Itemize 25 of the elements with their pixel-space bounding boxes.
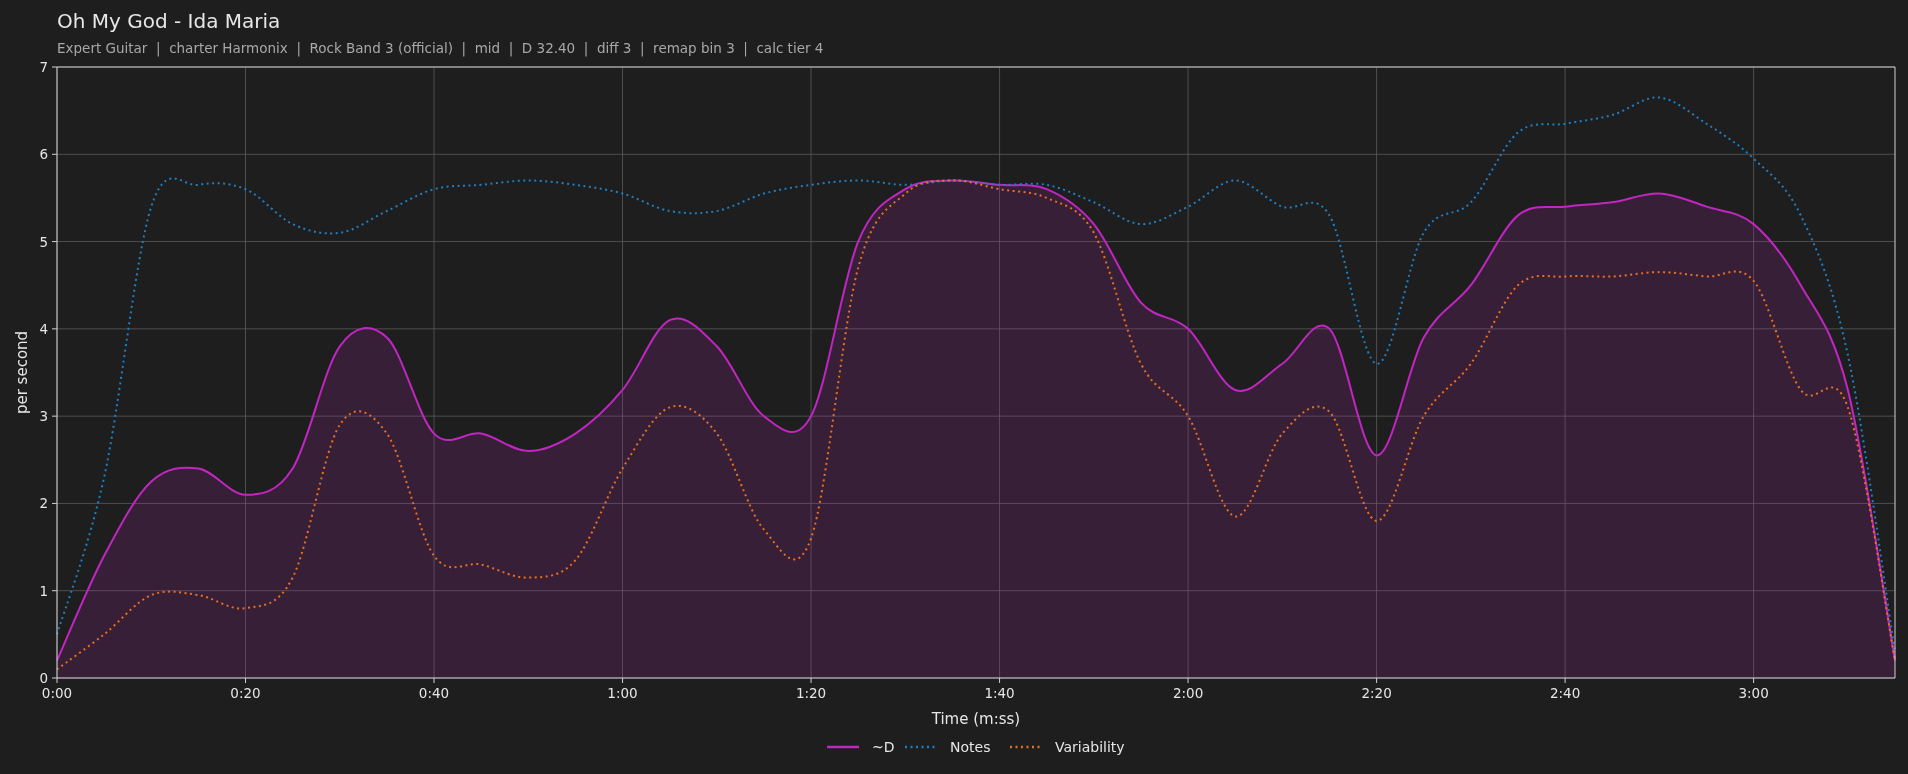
- chart-title: Oh My God - Ida Maria: [57, 9, 281, 33]
- tick-label: 0:40: [418, 685, 450, 701]
- tick-label: 0:00: [41, 685, 73, 701]
- tick-label: 6: [39, 146, 48, 163]
- x-axis-label: Time (m:ss): [931, 710, 1021, 728]
- tick-label: 3:00: [1738, 685, 1769, 701]
- tick-label: 2:00: [1172, 685, 1204, 701]
- legend-label: ~D: [872, 739, 895, 755]
- tick-label: 5: [39, 233, 48, 250]
- legend-label: Notes: [950, 739, 991, 755]
- tick-label: 1: [39, 582, 48, 599]
- tick-label: 7: [39, 59, 48, 75]
- tick-label: 0: [39, 670, 48, 686]
- tick-label: 3: [39, 408, 48, 425]
- tick-label: 1:20: [795, 685, 827, 701]
- tick-label: 0:20: [230, 685, 261, 701]
- tick-label: 2:20: [1361, 685, 1392, 701]
- tick-label: 4: [39, 320, 48, 337]
- tick-label: 1:40: [984, 685, 1015, 701]
- tick-label: 2: [39, 495, 48, 512]
- chart-subtitle: Expert Guitar | charter Harmonix | Rock Band 3 (official) | mid | D 32.40 | diff 3 | remap bin 3 | calc tier 4: [57, 40, 824, 56]
- tick-label: 2:40: [1549, 685, 1581, 701]
- legend-label: Variability: [1055, 739, 1125, 755]
- tick-label: 1:00: [607, 685, 638, 701]
- y-axis-label: per second: [13, 330, 31, 415]
